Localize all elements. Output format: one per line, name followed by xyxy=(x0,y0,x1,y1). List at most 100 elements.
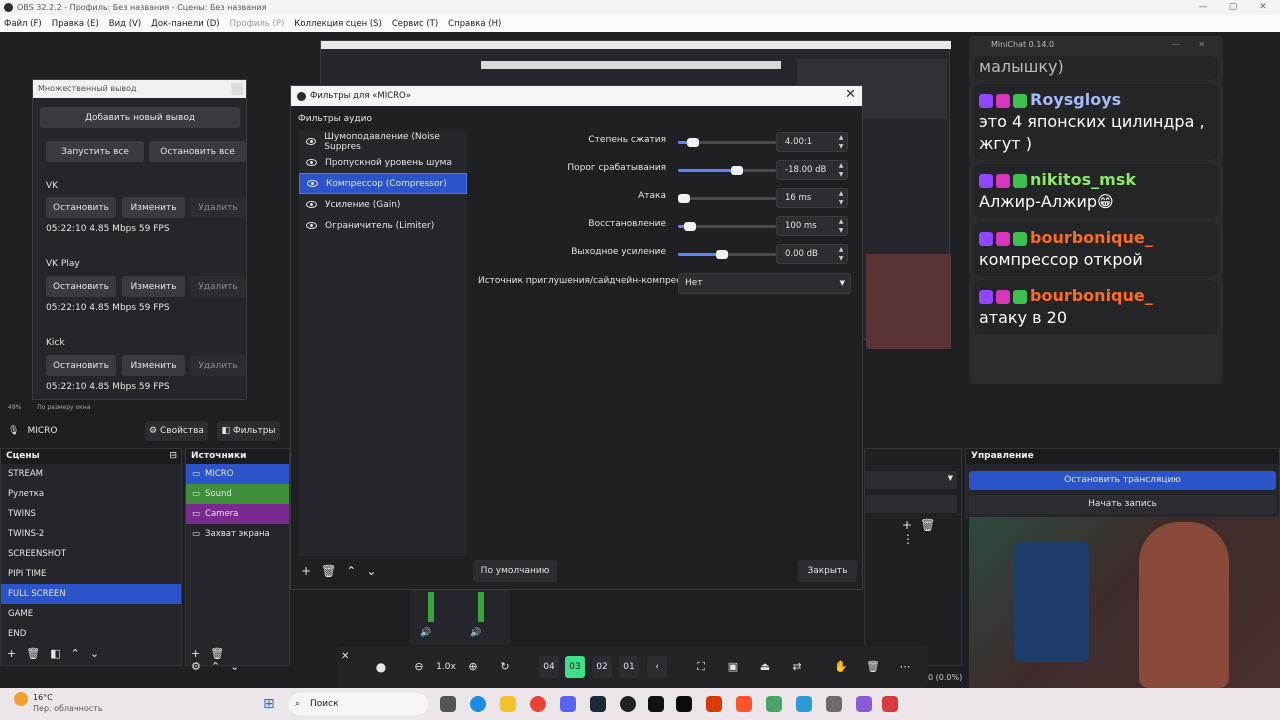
chevron-down-icon[interactable]: ▼ xyxy=(837,143,845,151)
output-delete-button[interactable]: Удалить xyxy=(190,355,246,376)
app-icon[interactable] xyxy=(648,696,664,712)
menu-tools[interactable]: Сервис (T) xyxy=(392,19,438,29)
move-up-icon[interactable]: ⌃ xyxy=(71,647,90,660)
remove-source-icon[interactable]: 🗑 xyxy=(210,647,234,660)
parameter-spinbox[interactable]: 4.00:1 ▲ ▼ xyxy=(776,132,848,152)
source-item[interactable]: ▭ Camera xyxy=(186,504,289,524)
eye-icon[interactable] xyxy=(306,138,317,145)
output-edit-button[interactable]: Изменить xyxy=(122,197,185,218)
slider-handle[interactable] xyxy=(678,194,690,203)
chevron-up-icon[interactable]: ▲ xyxy=(837,246,845,254)
add-filter-icon[interactable]: + xyxy=(301,564,321,578)
stop-all-button[interactable]: Остановить все xyxy=(149,141,246,162)
output-stop-button[interactable]: Остановить xyxy=(46,276,116,297)
explorer-icon[interactable] xyxy=(500,696,516,712)
remove-filter-icon[interactable]: 🗑 xyxy=(321,564,346,578)
scene-item[interactable]: Рулетка xyxy=(1,484,181,504)
reset-icon[interactable]: ↻ xyxy=(497,656,513,678)
hand-icon[interactable]: ✋ xyxy=(833,656,849,678)
app-icon[interactable] xyxy=(826,696,842,712)
trash-icon[interactable]: 🗑 xyxy=(865,656,881,678)
scene-item[interactable]: TWINS xyxy=(1,504,181,524)
filter-item[interactable]: Пропускной уровень шума xyxy=(299,152,467,173)
windows-start-icon[interactable]: ⊞ xyxy=(263,696,279,712)
source-down-icon[interactable]: ⌄ xyxy=(230,660,249,673)
filter-item[interactable]: Компрессор (Compressor) xyxy=(299,173,467,194)
output-stop-button[interactable]: Остановить xyxy=(46,197,116,218)
add-output-button[interactable]: Добавить новый вывод xyxy=(40,107,240,128)
page-button[interactable]: 04 xyxy=(539,656,559,678)
menu-help[interactable]: Справка (H) xyxy=(448,19,501,29)
parameter-slider[interactable] xyxy=(678,222,776,231)
add-transition-icon[interactable]: + xyxy=(902,518,920,532)
dock-menu-icon[interactable]: ⊟ xyxy=(169,449,177,464)
app-icon[interactable] xyxy=(856,696,872,712)
scene-item[interactable]: FULL SCREEN xyxy=(1,584,181,604)
fit-mode[interactable]: По размеру окна xyxy=(37,404,90,411)
zoom-percent[interactable]: 49% xyxy=(8,404,21,411)
start-all-button[interactable]: Запустить все xyxy=(46,141,144,162)
parameter-slider[interactable] xyxy=(678,194,776,203)
filter-item[interactable]: Шумоподавление (Noise Suppres xyxy=(299,131,467,152)
chevron-down-icon[interactable]: ▼ xyxy=(837,171,845,179)
move-down-icon[interactable]: ⌄ xyxy=(90,647,109,660)
app-icon[interactable] xyxy=(882,696,898,712)
scene-item[interactable]: SCREENSHOT xyxy=(1,544,181,564)
fullscreen-icon[interactable]: ⛶ xyxy=(693,656,709,678)
task-view-icon[interactable] xyxy=(440,696,456,712)
chat-window-controls[interactable]: — ✕ xyxy=(1172,36,1213,54)
parameter-spinbox[interactable]: 16 ms ▲ ▼ xyxy=(776,188,848,208)
defaults-button[interactable]: По умолчанию xyxy=(473,560,557,582)
display-icon[interactable]: ▣ xyxy=(725,656,741,678)
menu-view[interactable]: Вид (V) xyxy=(109,19,141,29)
more-icon[interactable]: ⋯ xyxy=(897,656,913,678)
source-item[interactable]: ▭ Захват экрана xyxy=(186,524,289,544)
transition-select[interactable]: ▼ xyxy=(865,471,957,489)
chrome-icon[interactable] xyxy=(530,696,546,712)
close-icon[interactable]: ✕ xyxy=(341,650,349,672)
swap-icon[interactable]: ⇄ xyxy=(789,656,805,678)
edge-icon[interactable] xyxy=(470,696,486,712)
minimize-icon[interactable]: — xyxy=(1188,0,1218,15)
properties-button[interactable]: ⚙ Свойства xyxy=(145,421,208,441)
chevron-up-icon[interactable]: ▲ xyxy=(837,162,845,170)
parameter-spinbox[interactable]: -18.00 dB ▲ ▼ xyxy=(776,160,848,180)
page-button[interactable]: 03 xyxy=(565,656,585,678)
chevron-down-icon[interactable]: ▼ xyxy=(837,199,845,207)
output-delete-button[interactable]: Удалить xyxy=(190,197,246,218)
eye-icon[interactable] xyxy=(306,222,317,229)
maximize-icon[interactable]: ▢ xyxy=(1218,0,1248,15)
source-item[interactable]: ▭ Sound xyxy=(186,484,289,504)
slider-handle[interactable] xyxy=(731,166,743,175)
chevron-up-icon[interactable]: ▲ xyxy=(837,218,845,226)
menu-profile[interactable]: Профиль (P) xyxy=(230,19,285,29)
steam-icon[interactable] xyxy=(590,696,606,712)
eye-icon[interactable] xyxy=(306,201,317,208)
source-up-icon[interactable]: ⌃ xyxy=(211,660,230,673)
duration-field[interactable] xyxy=(865,495,957,513)
menu-scene-collection[interactable]: Коллекция сцен (S) xyxy=(294,19,382,29)
slider-handle[interactable] xyxy=(684,222,696,231)
eye-icon[interactable] xyxy=(307,180,318,187)
output-delete-button[interactable]: Удалить xyxy=(190,276,246,297)
pin-icon[interactable]: ⏏ xyxy=(757,656,773,678)
stop-stream-button[interactable]: Остановить трансляцию xyxy=(969,471,1276,490)
menu-docks[interactable]: Док-панели (D) xyxy=(151,19,219,29)
scene-filters-icon[interactable]: ◧ xyxy=(50,647,70,660)
sidechain-select[interactable]: Нет ▼ xyxy=(678,273,851,294)
terminal-icon[interactable] xyxy=(676,696,692,712)
source-item[interactable]: ▭ MICRO xyxy=(186,464,289,484)
chevron-left-icon[interactable]: ‹ xyxy=(647,656,667,678)
chevron-down-icon[interactable]: ▼ xyxy=(837,255,845,263)
discord-icon[interactable] xyxy=(560,696,576,712)
app-icon[interactable] xyxy=(706,696,722,712)
telegram-icon[interactable] xyxy=(796,696,812,712)
filter-item[interactable]: Усиление (Gain) xyxy=(299,194,467,215)
menu-file[interactable]: Файл (F) xyxy=(4,19,42,29)
taskbar-search[interactable]: ⌕ Поиск xyxy=(288,693,428,715)
remove-scene-icon[interactable]: 🗑 xyxy=(26,647,50,660)
app-icon[interactable] xyxy=(766,696,782,712)
parameter-spinbox[interactable]: 0.00 dB ▲ ▼ xyxy=(776,244,848,264)
scene-item[interactable]: STREAM xyxy=(1,464,181,484)
eye-icon[interactable] xyxy=(306,159,317,166)
